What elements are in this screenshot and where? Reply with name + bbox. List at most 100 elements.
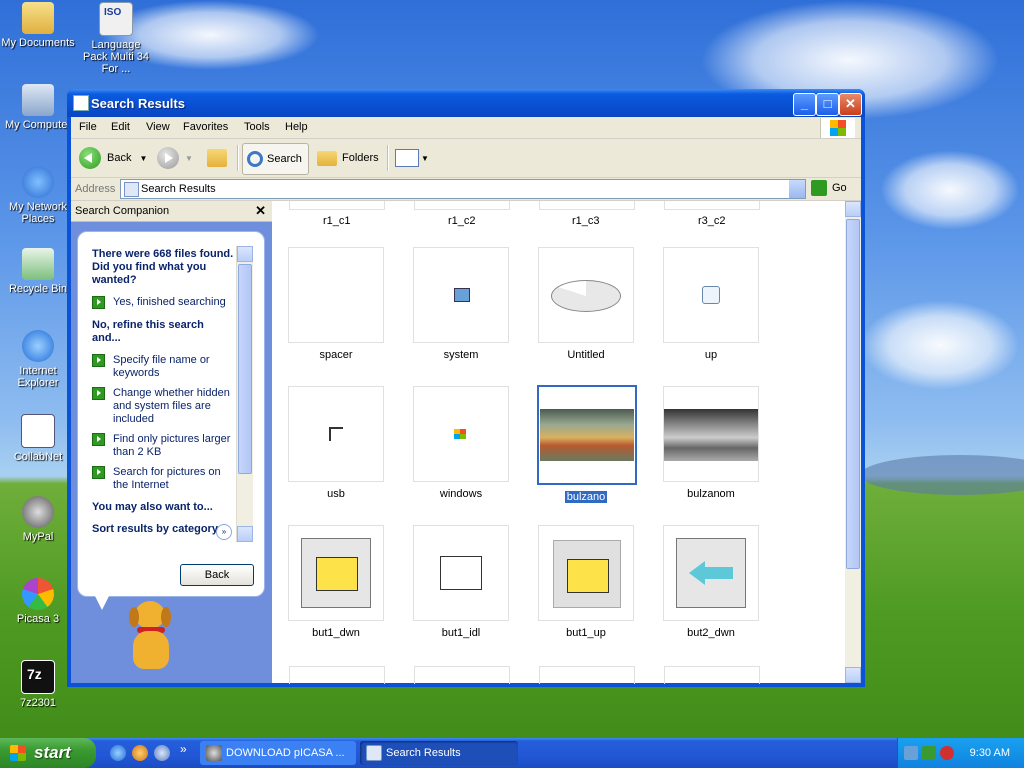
- scroll-up-button[interactable]: [237, 246, 253, 262]
- quicklaunch-overflow-icon[interactable]: »: [180, 742, 187, 756]
- window-titlebar[interactable]: Search Results _ □ ✕: [67, 89, 865, 117]
- option-file-name[interactable]: Specify file name or keywords: [92, 354, 232, 380]
- menu-edit[interactable]: Edit: [111, 121, 130, 133]
- address-field[interactable]: Search Results: [120, 179, 806, 199]
- home-button-up-icon: [553, 540, 621, 608]
- network-tray-icon[interactable]: [904, 746, 918, 760]
- search-results-task-icon: [366, 745, 382, 761]
- menu-help[interactable]: Help: [285, 121, 308, 133]
- file-tile[interactable]: usb: [288, 386, 384, 500]
- green-arrow-icon: [92, 354, 105, 367]
- results-scroll-thumb[interactable]: [846, 219, 860, 569]
- file-r3-c2[interactable]: r3_c2: [698, 215, 726, 227]
- results-scroll-down-button[interactable]: [845, 667, 861, 683]
- quicklaunch-browser-icon[interactable]: [132, 745, 148, 761]
- search-results-window: Search Results _ □ ✕ File Edit View Favo…: [67, 89, 865, 687]
- file-thumbnail: [413, 247, 509, 343]
- back-button[interactable]: Back ▼: [79, 143, 147, 173]
- companion-close-button[interactable]: ✕: [255, 203, 266, 219]
- file-tile[interactable]: system: [413, 247, 509, 361]
- search-button[interactable]: Search: [242, 143, 309, 175]
- file-tile[interactable]: but2_dwn: [663, 525, 759, 639]
- computer-icon: [22, 84, 54, 116]
- file-thumbnail: [288, 247, 384, 343]
- companion-back-button[interactable]: Back: [180, 564, 254, 586]
- menu-tools[interactable]: Tools: [244, 121, 270, 133]
- desktop-icon-language-pack[interactable]: ISO Language Pack Multi 34 For ...: [78, 2, 154, 75]
- menu-file[interactable]: File: [79, 121, 97, 133]
- file-r1-c1[interactable]: r1_c1: [323, 215, 351, 227]
- quicklaunch-desktop-icon[interactable]: [154, 745, 170, 761]
- task-search-results[interactable]: Search Results: [360, 741, 518, 765]
- minimize-button[interactable]: _: [793, 93, 816, 116]
- update-tray-icon[interactable]: [922, 746, 936, 760]
- menu-view[interactable]: View: [146, 121, 170, 133]
- start-button[interactable]: start: [0, 738, 96, 768]
- file-tile[interactable]: but1_dwn: [288, 525, 384, 639]
- sevenzip-icon: 7z: [21, 660, 55, 694]
- desktop-icon-my-computer[interactable]: My Computer: [0, 84, 76, 131]
- also-heading: You may also want to...: [92, 501, 213, 513]
- network-icon: [22, 166, 54, 198]
- recycle-bin-icon: [22, 248, 54, 280]
- desktop-icon-collabnet[interactable]: CollabNet: [0, 414, 76, 463]
- desktop-icon-mypal[interactable]: MyPal: [0, 496, 76, 543]
- views-button[interactable]: ▼: [395, 143, 429, 173]
- results-scrollbar[interactable]: [845, 201, 861, 683]
- window-title: Search Results: [91, 96, 185, 111]
- back-arrow-icon: [79, 147, 101, 169]
- maximize-button[interactable]: □: [816, 93, 839, 116]
- quicklaunch-ie-icon[interactable]: [110, 745, 126, 761]
- file-r1-c3[interactable]: r1_c3: [572, 215, 600, 227]
- option-pictures-internet[interactable]: Search for pictures on the Internet: [92, 466, 232, 492]
- file-tile[interactable]: but1_idl: [413, 525, 509, 639]
- results-scroll-up-button[interactable]: [845, 201, 861, 217]
- address-bar: Address Search Results Go: [71, 178, 861, 201]
- forward-dropdown-icon[interactable]: ▼: [185, 154, 193, 163]
- back-dropdown-icon[interactable]: ▼: [139, 154, 147, 163]
- file-thumbnail: [663, 386, 759, 482]
- file-tile[interactable]: windows: [413, 386, 509, 500]
- close-button[interactable]: ✕: [839, 93, 862, 116]
- green-arrow-icon: [92, 433, 105, 446]
- desktop-icon-my-documents[interactable]: My Documents: [0, 2, 76, 49]
- option-hidden-files[interactable]: Change whether hidden and system files a…: [92, 387, 232, 426]
- scroll-down-button[interactable]: [237, 526, 253, 542]
- file-tile[interactable]: bulzanom: [663, 386, 759, 500]
- collabnet-icon: [21, 414, 55, 448]
- folders-button[interactable]: Folders: [317, 143, 379, 173]
- forward-button[interactable]: ▼: [157, 143, 193, 173]
- companion-scrollbar[interactable]: [236, 246, 253, 542]
- option-pictures-larger[interactable]: Find only pictures larger than 2 KB: [92, 433, 232, 459]
- sort-results-link[interactable]: Sort results by category: [92, 523, 234, 537]
- file-r1-c2[interactable]: r1_c2: [448, 215, 476, 227]
- task-download-picasa[interactable]: DOWNLOAD pICASA ...: [200, 741, 356, 765]
- desktop-icon-internet-explorer[interactable]: Internet Explorer: [0, 330, 76, 389]
- file-tile[interactable]: Untitled: [538, 247, 634, 361]
- results-pane: r1_c1 r1_c2 r1_c3 r3_c2 spacer system Un…: [272, 201, 861, 684]
- file-tile[interactable]: but1_up: [538, 525, 634, 639]
- desktop-icon-7z2301[interactable]: 7z 7z2301: [0, 660, 76, 709]
- expand-chevron-icon[interactable]: »: [216, 524, 232, 540]
- scroll-thumb[interactable]: [238, 264, 252, 474]
- go-arrow-icon: [811, 180, 827, 196]
- menu-favorites[interactable]: Favorites: [183, 121, 228, 133]
- windows-flag-icon: [10, 745, 26, 761]
- file-tile-selected[interactable]: bulzano: [537, 385, 637, 503]
- pie-chart-icon: [551, 280, 621, 312]
- up-folder-button[interactable]: [207, 143, 227, 173]
- security-shield-icon[interactable]: [940, 746, 954, 760]
- file-thumbnail: [663, 525, 759, 621]
- file-tile[interactable]: up: [663, 247, 759, 361]
- option-finished-searching[interactable]: Yes, finished searching: [92, 296, 232, 309]
- search-dog-icon[interactable]: [121, 601, 181, 677]
- go-button[interactable]: Go: [811, 180, 847, 196]
- address-dropdown-button[interactable]: [789, 180, 805, 198]
- iso-file-icon: ISO: [99, 2, 133, 36]
- file-tile[interactable]: spacer: [288, 247, 384, 361]
- desktop-icon-picasa[interactable]: Picasa 3: [0, 578, 76, 625]
- desktop-icon-my-network-places[interactable]: My Network Places: [0, 166, 76, 225]
- usb-icon: [329, 427, 343, 441]
- green-arrow-icon: [92, 466, 105, 479]
- desktop-icon-recycle-bin[interactable]: Recycle Bin: [0, 248, 76, 295]
